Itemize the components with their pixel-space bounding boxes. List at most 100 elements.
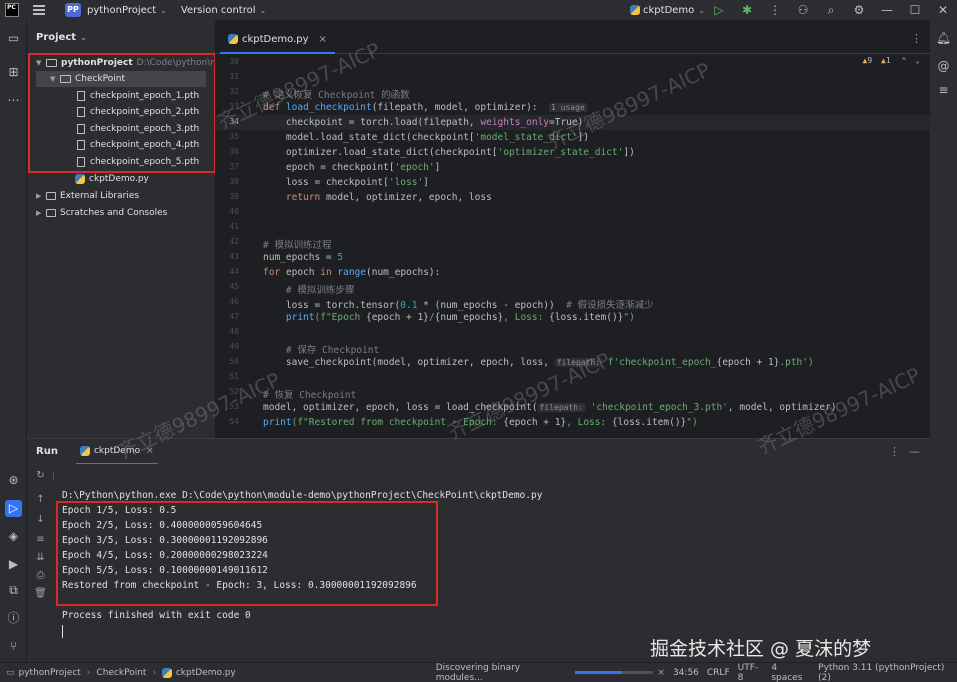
more-tools-icon[interactable]: ⋯	[5, 92, 22, 109]
run-config-selector[interactable]: ckptDemo	[643, 5, 694, 16]
layers-icon[interactable]: ◈	[5, 528, 22, 545]
tree-scratches[interactable]: ▶ Scratches and Consoles	[36, 205, 167, 221]
minimize-icon[interactable]: —	[873, 3, 901, 17]
chevron-up-icon[interactable]: ⌃	[902, 56, 907, 65]
line-separator[interactable]: CRLF	[707, 668, 730, 678]
line-number: 30	[229, 57, 239, 66]
search-icon[interactable]: ⌕	[817, 3, 845, 18]
run-panel-header: Run ckptDemo × ⋮ —	[27, 438, 930, 465]
scroll-down-icon[interactable]: ↓	[34, 514, 47, 525]
database-icon[interactable]: ≡	[935, 82, 952, 99]
collapse-arrow-icon[interactable]: ▶	[36, 209, 46, 217]
line-number: 39	[229, 192, 239, 201]
python-file-icon	[162, 667, 172, 678]
line-number: 31	[229, 72, 239, 81]
background-task[interactable]: Discovering binary modules...	[436, 663, 567, 682]
tree-label: Scratches and Consoles	[60, 208, 168, 218]
tab-ckptdemo[interactable]: ckptDemo.py ×	[220, 26, 335, 54]
file-encoding[interactable]: UTF-8	[738, 663, 764, 682]
file-label: ckptDemo.py	[89, 174, 149, 184]
soft-wrap-icon[interactable]: ≡	[34, 534, 47, 545]
close-icon[interactable]: ✕	[929, 3, 957, 17]
services-icon[interactable]: ▶	[5, 556, 22, 573]
maximize-icon[interactable]: ☐	[901, 3, 929, 17]
problems-icon[interactable]: ⓘ	[5, 610, 22, 627]
more-icon[interactable]: ⋮	[889, 445, 900, 458]
project-panel-header[interactable]: Project ⌄	[27, 20, 215, 54]
indent-setting[interactable]: 4 spaces	[771, 663, 810, 682]
python-file-icon	[630, 5, 641, 15]
chevron-down-icon[interactable]: ⌄	[915, 56, 920, 65]
line-number: 46	[229, 297, 239, 306]
code-editor[interactable]: ▲9 ▲1 ⌃ ⌄ 30 31 32 33 34 35 36 37 38 39 40 41 42 43 44…	[215, 54, 930, 438]
code-line-38: loss = checkpoint['loss']	[285, 177, 429, 188]
code-line-35: model.load_state_dict(checkpoint['model_…	[285, 132, 590, 143]
scroll-to-end-icon[interactable]: ⇊	[34, 552, 47, 563]
close-tab-icon[interactable]: ×	[146, 446, 154, 456]
folder-icon[interactable]: ▭	[5, 30, 22, 47]
trash-icon[interactable]: 🗑︎	[34, 588, 47, 599]
python-file-icon	[75, 174, 85, 184]
print-icon[interactable]: ⎙	[34, 570, 47, 581]
tree-label: External Libraries	[60, 191, 140, 201]
python-packages-icon[interactable]: ⊛	[5, 472, 22, 489]
line-number: 37	[229, 162, 239, 171]
line-number: 40	[229, 207, 239, 216]
structure-icon[interactable]: ⊞	[5, 64, 22, 81]
gear-icon[interactable]: ⚙	[845, 3, 873, 17]
collapse-arrow-icon[interactable]: ▶	[36, 192, 46, 200]
rerun-icon[interactable]: ↻	[34, 470, 47, 481]
tree-external-libraries[interactable]: ▶ External Libraries	[36, 188, 139, 204]
more-icon[interactable]: ⋮	[911, 32, 922, 45]
highlight-box-output	[56, 501, 438, 606]
chevron-down-icon[interactable]: ⌄	[80, 33, 87, 42]
git-icon[interactable]: ⑂	[5, 638, 22, 655]
notifications-icon[interactable]: 🔔︎	[935, 30, 952, 47]
caret-position[interactable]: 34:56	[673, 668, 699, 678]
ai-assistant-icon[interactable]: @	[935, 58, 952, 75]
breadcrumb-project[interactable]: pythonProject	[19, 668, 81, 678]
run-tool-icon[interactable]: ▷	[5, 500, 22, 517]
inspection-widget[interactable]: ▲9 ▲1 ⌃ ⌄	[863, 56, 920, 65]
code-line-45: # 模拟训练步骤	[285, 285, 355, 296]
vcs-menu[interactable]: Version control	[181, 5, 256, 16]
warning-count: 9	[867, 56, 873, 65]
title-bar: PC PP pythonProject ⌄ Version control ⌄ …	[0, 0, 957, 20]
code-line-32: # 定义恢复 Checkpoint 的函数	[263, 90, 410, 101]
breadcrumb-file[interactable]: ckptDemo.py	[176, 668, 236, 678]
line-number: 32	[229, 87, 239, 96]
more-icon[interactable]: ⋮	[761, 3, 789, 17]
line-number: 48	[229, 327, 239, 336]
tree-file-script[interactable]: ckptDemo.py	[75, 171, 149, 187]
main-menu-icon[interactable]	[33, 5, 45, 15]
code-line-34: checkpoint = torch.load(filepath, weight…	[285, 117, 584, 128]
line-number: 47	[229, 312, 239, 321]
breadcrumb-folder[interactable]: CheckPoint	[96, 668, 146, 678]
minimize-panel-icon[interactable]: —	[909, 445, 920, 458]
line-number: 50	[229, 357, 239, 366]
chevron-right-icon: ›	[86, 667, 91, 678]
line-number: 41	[229, 222, 239, 231]
scroll-up-icon[interactable]: ↑	[34, 494, 47, 505]
tab-run-ckptdemo[interactable]: ckptDemo ×	[75, 439, 158, 465]
interpreter-selector[interactable]: Python 3.11 (pythonProject) (2)	[818, 663, 957, 682]
line-number: 33	[229, 102, 239, 111]
console-cursor	[62, 625, 63, 638]
add-user-icon[interactable]: ⚇	[789, 3, 817, 17]
code-line-33: def load_checkpoint(filepath, model, opt…	[263, 102, 587, 113]
python-console-icon[interactable]: ⧉	[5, 582, 22, 599]
chevron-down-icon[interactable]: ⌄	[160, 6, 167, 15]
project-badge[interactable]: PP	[65, 3, 81, 17]
run-icon[interactable]: ▷	[705, 3, 733, 17]
code-line-43: num_epochs = 5	[263, 252, 344, 263]
chevron-down-icon[interactable]: ⌄	[698, 6, 705, 15]
line-number: 45	[229, 282, 239, 291]
project-switcher[interactable]: pythonProject	[87, 5, 156, 16]
code-line-39: return model, optimizer, epoch, loss	[285, 192, 492, 203]
line-gutter: 30 31 32 33 34 35 36 37 38 39 40 41 42 43 44 45 46 47 48 49…	[215, 54, 255, 438]
debug-icon[interactable]: ✱	[733, 3, 761, 17]
chevron-down-icon[interactable]: ⌄	[260, 6, 267, 15]
editor-tab-bar: ckptDemo.py × ⋮	[215, 20, 930, 54]
close-icon[interactable]: ×	[657, 668, 665, 678]
close-tab-icon[interactable]: ×	[319, 34, 327, 45]
